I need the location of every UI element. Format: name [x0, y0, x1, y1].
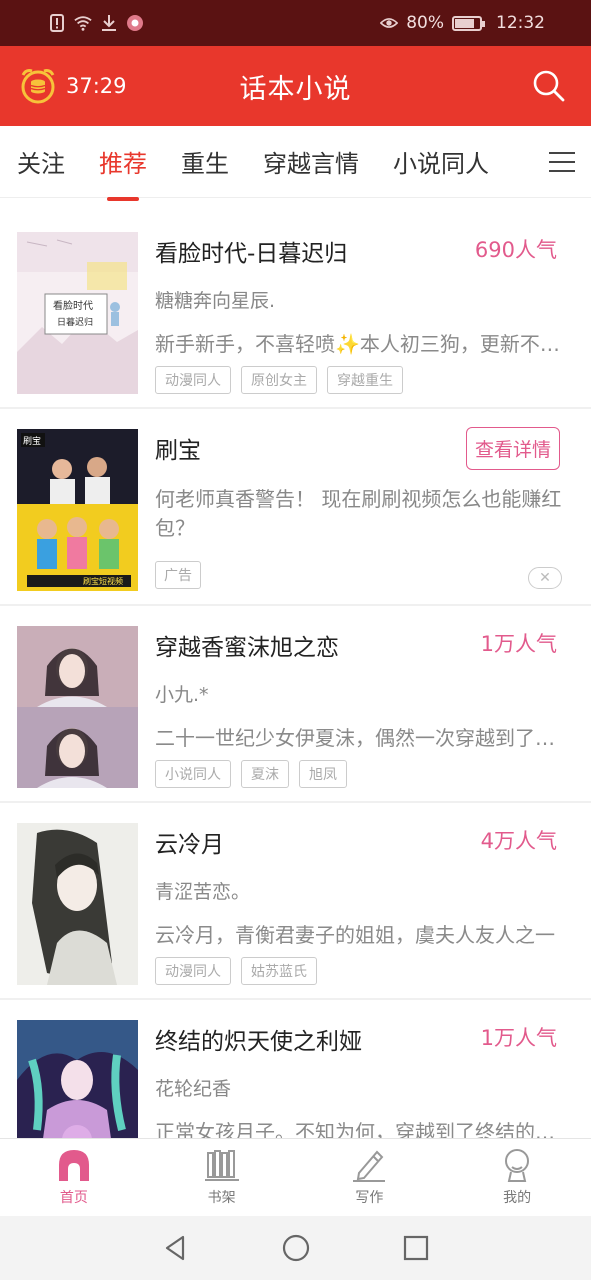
book-author: 小九.*	[155, 684, 209, 706]
bottom-nav: 首页 书架 写作 我的	[0, 1138, 591, 1216]
nav-label: 我的	[503, 1190, 532, 1206]
alert-icon	[50, 14, 64, 32]
tab-rebirth[interactable]: 重生	[164, 144, 246, 179]
search-button[interactable]	[421, 68, 591, 104]
list-item[interactable]: 看脸时代 日暮迟归 看脸时代-日暮迟归 690人气 糖糖奔向星辰. 新手新手，不…	[0, 212, 591, 409]
home-icon	[58, 1150, 89, 1181]
nav-bookshelf[interactable]: 书架	[148, 1139, 296, 1216]
nav-label: 写作	[355, 1190, 384, 1206]
back-icon[interactable]	[161, 1233, 191, 1263]
tag[interactable]: 动漫同人	[155, 366, 231, 394]
menu-icon[interactable]	[549, 151, 591, 172]
book-author: 青涩苦恋。	[155, 881, 251, 903]
timer-text: 37:29	[66, 74, 127, 98]
app-bar: 37:29 话本小说	[0, 46, 591, 126]
battery-icon	[452, 15, 485, 31]
app-notification-icon	[127, 15, 143, 31]
book-description: 云冷月，青衡君妻子的姐姐，虞夫人友人之一	[155, 923, 555, 947]
wifi-icon	[74, 16, 92, 31]
nav-profile[interactable]: 我的	[443, 1139, 591, 1216]
nav-home[interactable]: 首页	[0, 1139, 148, 1216]
book-title: 云冷月	[155, 832, 224, 858]
tag[interactable]: 原创女主	[241, 366, 317, 394]
book-title: 看脸时代-日暮迟归	[155, 241, 348, 267]
list-item[interactable]: 穿越香蜜沫旭之恋 1万人气 小九.* 二十一世纪少女伊夏沫，偶然一次穿越到了香蜜…	[0, 606, 591, 803]
tab-recommend[interactable]: 推荐	[82, 144, 164, 201]
eye-icon	[380, 18, 399, 28]
ad-badge: 广告	[155, 561, 201, 589]
book-cover: 看脸时代 日暮迟归	[17, 232, 138, 394]
ad-image: 刷宝 刷宝短视频	[17, 429, 138, 591]
ad-banner-text: 刷宝短视频	[83, 576, 123, 586]
profile-icon	[505, 1149, 530, 1182]
book-list: 看脸时代 日暮迟归 看脸时代-日暮迟归 690人气 糖糖奔向星辰. 新手新手，不…	[0, 212, 591, 1138]
popularity: 4万人气	[480, 829, 557, 853]
bookshelf-icon	[204, 1150, 239, 1181]
list-item[interactable]: 云冷月 4万人气 青涩苦恋。 云冷月，青衡君妻子的姐姐，虞夫人友人之一 动漫同人…	[0, 803, 591, 1000]
popularity: 1万人气	[480, 1026, 557, 1050]
tab-time-travel-romance[interactable]: 穿越言情	[246, 144, 376, 179]
book-author: 花轮纪香	[155, 1078, 232, 1100]
book-description: 二十一世纪少女伊夏沫，偶然一次穿越到了香蜜	[155, 726, 567, 750]
cover-title-1: 看脸时代	[53, 299, 93, 312]
book-cover	[17, 1020, 138, 1138]
list-item[interactable]: 终结的炽天使之利娅 1万人气 花轮纪香 正常女孩月子。不知为何，穿越到了终结的炽…	[0, 1000, 591, 1138]
recent-apps-icon[interactable]	[401, 1233, 431, 1263]
status-time: 12:32	[496, 13, 545, 33]
reading-timer[interactable]: 37:29	[0, 66, 170, 106]
tag-list: 动漫同人 原创女主 穿越重生	[155, 366, 403, 394]
tab-follow[interactable]: 关注	[0, 144, 82, 179]
tag[interactable]: 姑苏蓝氏	[241, 957, 317, 985]
status-bar: 80% 12:32	[0, 0, 591, 46]
book-description: 新手新手，不喜轻喷✨本人初三狗，更新不定时	[155, 332, 567, 356]
category-tabs: 关注 推荐 重生 穿越言情 小说同人	[0, 126, 591, 201]
book-title: 终结的炽天使之利娅	[155, 1029, 362, 1055]
tag-list: 动漫同人 姑苏蓝氏	[155, 957, 317, 985]
alarm-coin-icon	[21, 69, 55, 104]
nav-write[interactable]: 写作	[296, 1139, 444, 1216]
search-icon	[533, 70, 565, 102]
popularity: 1万人气	[480, 632, 557, 656]
popularity: 690人气	[474, 238, 557, 262]
ad-item[interactable]: 刷宝 刷宝短视频 刷宝 查看详情 何老师真香警告！ 现在刷刷视频怎么也能赚红包？…	[0, 409, 591, 606]
ad-title: 刷宝	[155, 438, 201, 464]
view-details-button[interactable]: 查看详情	[465, 427, 560, 470]
book-author: 糖糖奔向星辰.	[155, 290, 276, 312]
tag-list: 小说同人 夏沫 旭凤	[155, 760, 347, 788]
tab-fan-fiction[interactable]: 小说同人	[376, 144, 506, 179]
tag[interactable]: 动漫同人	[155, 957, 231, 985]
download-icon	[102, 15, 116, 31]
nav-label: 首页	[59, 1190, 88, 1206]
ad-description: 何老师真香警告！ 现在刷刷视频怎么也能赚红包？	[155, 487, 562, 540]
book-description: 正常女孩月子。不知为何，穿越到了终结的炽天使	[155, 1120, 567, 1138]
close-ad-button[interactable]: ✕	[528, 567, 562, 589]
ad-logo-text: 刷宝	[23, 435, 41, 447]
home-circle-icon[interactable]	[281, 1233, 311, 1263]
close-icon: ✕	[539, 570, 551, 586]
battery-percent: 80%	[406, 13, 444, 33]
system-nav-bar	[0, 1216, 591, 1280]
pen-icon	[353, 1150, 386, 1182]
tag[interactable]: 夏沫	[241, 760, 289, 788]
tag[interactable]: 穿越重生	[327, 366, 403, 394]
book-title: 穿越香蜜沫旭之恋	[155, 635, 339, 661]
book-cover	[17, 823, 138, 985]
book-cover	[17, 626, 138, 788]
tag[interactable]: 旭凤	[299, 760, 347, 788]
app-title: 话本小说	[239, 73, 352, 105]
cover-title-2: 日暮迟归	[57, 316, 93, 328]
tag[interactable]: 小说同人	[155, 760, 231, 788]
nav-label: 书架	[207, 1190, 236, 1206]
